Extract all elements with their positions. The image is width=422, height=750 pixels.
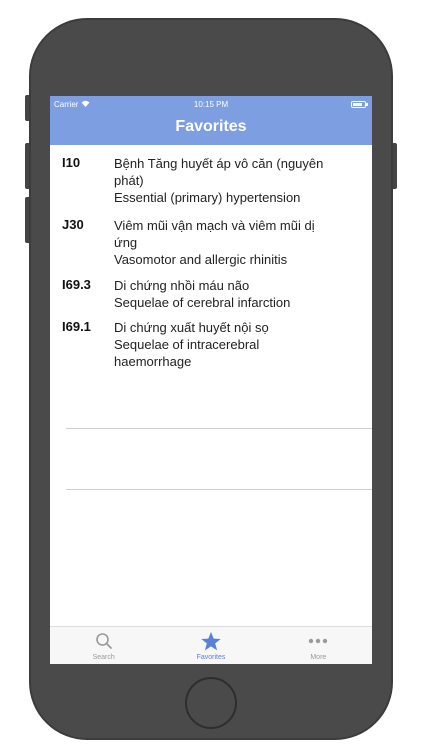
vietnamese-name: Viêm mũi vận mạch và viêm mũi dị ứng (114, 218, 315, 250)
tab-more-label: More (310, 654, 327, 661)
icd-description: Bệnh Tăng huyết áp vô căn (nguyên phát) … (114, 145, 329, 207)
more-icon (265, 631, 372, 651)
english-name: Sequelae of intracerebral haemorrhage (114, 337, 260, 369)
vietnamese-name: Bệnh Tăng huyết áp vô căn (nguyên phát) (114, 156, 324, 188)
english-name: Vasomotor and allergic rhinitis (114, 252, 288, 267)
list-item[interactable]: I69.3 Di chứng nhồi máu não Sequelae of … (50, 267, 372, 310)
home-button[interactable] (185, 677, 237, 729)
battery-icon (351, 101, 368, 108)
tab-favorites-label: Favorites (196, 654, 226, 661)
tab-search[interactable]: Search (50, 627, 157, 664)
icd-code: J30 (62, 217, 84, 232)
list-item[interactable]: I69.1 Di chứng xuất huyết nội sọ Sequela… (50, 309, 372, 369)
vietnamese-name: Di chứng nhồi máu não (114, 278, 250, 293)
icd-description: Di chứng xuất huyết nội sọ Sequelae of i… (114, 309, 329, 369)
status-bar: Carrier 10:15 PM (50, 98, 372, 112)
icd-code: I69.1 (62, 319, 91, 334)
star-icon (157, 631, 264, 651)
tab-search-label: Search (92, 654, 115, 661)
icd-code: I10 (62, 155, 81, 170)
favorites-list: I10 Bệnh Tăng huyết áp vô căn (nguyên ph… (50, 145, 372, 369)
vietnamese-name: Di chứng xuất huyết nội sọ (114, 320, 269, 335)
empty-row-separator (66, 489, 372, 490)
empty-row-separator (66, 428, 372, 429)
icd-description: Di chứng nhồi máu não Sequelae of cerebr… (114, 267, 329, 310)
tab-bar: Search Favorites More (50, 626, 372, 664)
icd-code: I69.3 (62, 277, 91, 292)
app-screen: Carrier 10:15 PM Favorites I10 Bệnh Tăng… (50, 96, 372, 664)
list-item[interactable]: J30 Viêm mũi vận mạch và viêm mũi dị ứng… (50, 207, 372, 267)
tab-favorites[interactable]: Favorites (157, 627, 264, 664)
list-item[interactable]: I10 Bệnh Tăng huyết áp vô căn (nguyên ph… (50, 145, 372, 207)
tab-more[interactable]: More (265, 627, 372, 664)
device-mockup: Carrier 10:15 PM Favorites I10 Bệnh Tăng… (0, 0, 422, 750)
status-time: 10:15 PM (193, 100, 229, 109)
page-title: Favorites (175, 118, 247, 135)
english-name: Essential (primary) hypertension (114, 190, 301, 205)
search-icon (50, 631, 157, 651)
navigation-bar: Carrier 10:15 PM Favorites (50, 96, 372, 145)
icd-description: Viêm mũi vận mạch và viêm mũi dị ứng Vas… (114, 207, 329, 267)
